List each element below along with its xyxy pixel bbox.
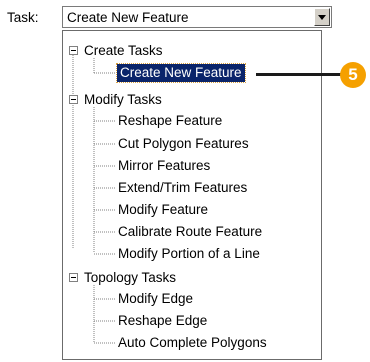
tree-item-modify-feature[interactable]: Modify Feature xyxy=(118,202,208,218)
tree-item-modify-edge[interactable]: Modify Edge xyxy=(118,291,193,307)
callout-line xyxy=(256,73,342,76)
tree-item-reshape-edge[interactable]: Reshape Edge xyxy=(118,313,207,329)
tree-group-topology-tasks[interactable]: Topology Tasks xyxy=(84,270,176,286)
tree-item-calibrate-route-feature[interactable]: Calibrate Route Feature xyxy=(118,224,262,240)
chevron-down-icon xyxy=(318,15,326,20)
tree-item-modify-portion-of-a-line[interactable]: Modify Portion of a Line xyxy=(118,246,260,262)
callout-number-badge: 5 xyxy=(340,62,366,88)
tree-group-create-tasks[interactable]: Create Tasks xyxy=(84,43,163,59)
tree-item-auto-complete-polygons[interactable]: Auto Complete Polygons xyxy=(118,335,267,351)
collapse-icon[interactable] xyxy=(69,273,78,282)
tree-item-extend-trim-features[interactable]: Extend/Trim Features xyxy=(118,180,247,196)
task-label: Task: xyxy=(7,10,39,25)
tree-item-create-new-feature[interactable]: Create New Feature xyxy=(116,63,246,83)
task-list[interactable]: Create Tasks Create New Feature Modify T… xyxy=(62,30,322,360)
tree-group-modify-tasks[interactable]: Modify Tasks xyxy=(84,92,162,108)
tree-item-mirror-features[interactable]: Mirror Features xyxy=(118,158,210,174)
task-dropdown-value: Create New Feature xyxy=(67,10,189,25)
collapse-icon[interactable] xyxy=(69,95,78,104)
dropdown-button[interactable] xyxy=(314,8,330,26)
tree-item-cut-polygon-features[interactable]: Cut Polygon Features xyxy=(118,136,249,152)
task-dropdown[interactable]: Create New Feature xyxy=(62,6,332,28)
tree-item-reshape-feature[interactable]: Reshape Feature xyxy=(118,113,222,129)
collapse-icon[interactable] xyxy=(69,46,78,55)
